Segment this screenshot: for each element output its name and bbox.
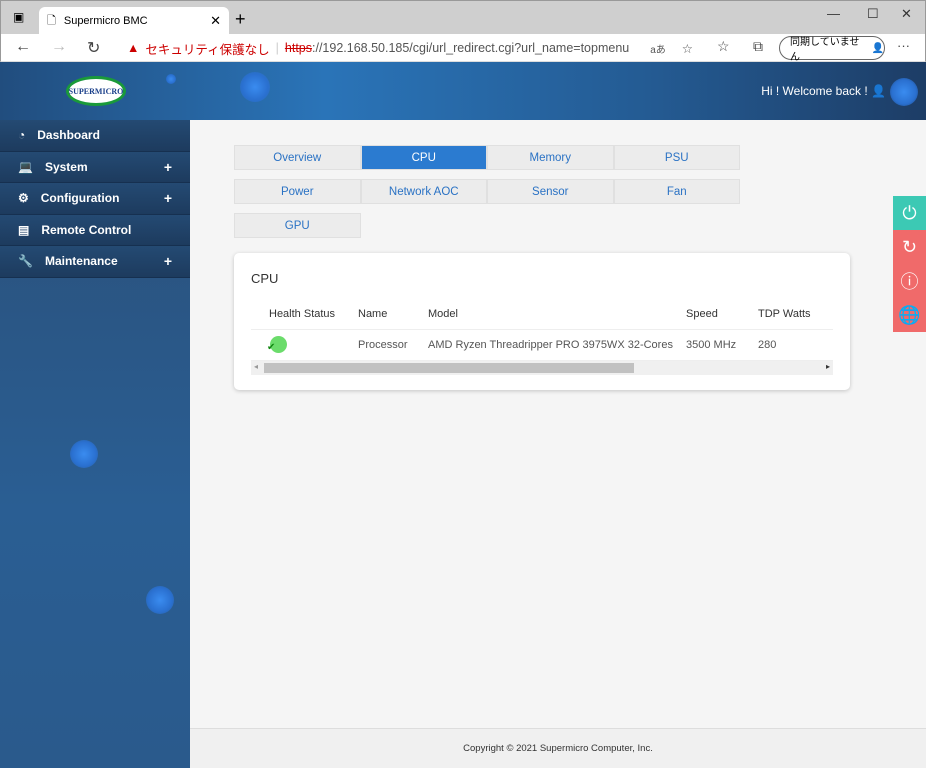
collections-icon[interactable]: ⧉ bbox=[753, 38, 763, 55]
sidebar-item-remote-control[interactable]: ▤ Remote Control bbox=[0, 214, 190, 246]
address-bar-row: ← → ↻ ▲ セキュリティ保護なし | https://192.168.50.… bbox=[0, 34, 926, 63]
wrench-icon: 🔧 bbox=[18, 254, 33, 269]
tab-cpu[interactable]: CPU bbox=[360, 145, 487, 170]
tab-power[interactable]: Power bbox=[234, 179, 361, 204]
column-header[interactable]: Speed bbox=[686, 308, 718, 320]
expand-icon[interactable]: + bbox=[164, 190, 172, 206]
language-button[interactable]: 🌐 bbox=[893, 298, 926, 332]
more-icon[interactable]: ··· bbox=[897, 38, 910, 53]
browser-tab-bar: ▣ 🗋 Supermicro BMC ✕ + — ☐ ✕ bbox=[0, 0, 926, 35]
url-scheme: https bbox=[284, 41, 312, 55]
expand-icon[interactable]: + bbox=[164, 253, 172, 269]
tab-sensor[interactable]: Sensor bbox=[487, 179, 614, 204]
cell-model: AMD Ryzen Threadripper PRO 3975WX 32-Cor… bbox=[428, 339, 673, 351]
sidebar-item-dashboard[interactable]: ◔ Dashboard bbox=[0, 120, 190, 152]
power-icon: ⏻ bbox=[902, 202, 917, 223]
column-header[interactable]: TDP Watts bbox=[758, 308, 811, 320]
url-field[interactable]: ▲ セキュリティ保護なし | https://192.168.50.185/cg… bbox=[117, 36, 701, 60]
tab-gpu[interactable]: GPU bbox=[234, 213, 361, 238]
info-button[interactable]: ⓘ bbox=[893, 264, 926, 298]
app-header: SUPERMICRO Hi ! Welcome back ! 👤 bbox=[0, 62, 926, 120]
page-icon: 🗋 bbox=[47, 14, 56, 27]
close-window-icon[interactable]: ✕ bbox=[901, 6, 912, 22]
favorite-icon[interactable]: ☆ bbox=[682, 41, 693, 56]
column-header[interactable]: Health Status bbox=[269, 308, 335, 320]
sidebar-item-system[interactable]: 💻 System + bbox=[0, 151, 190, 183]
tab-network-aoc[interactable]: Network AOC bbox=[360, 179, 487, 204]
browser-tab[interactable]: 🗋 Supermicro BMC ✕ bbox=[39, 7, 229, 35]
tab-fan[interactable]: Fan bbox=[613, 179, 740, 204]
profile-icon: 👤 bbox=[871, 42, 884, 54]
tab-overview[interactable]: Overview bbox=[234, 145, 361, 170]
horizontal-scrollbar[interactable]: ◂ ▸ bbox=[251, 361, 833, 375]
supermicro-logo[interactable]: SUPERMICRO bbox=[66, 76, 126, 106]
refresh-icon: ↻ bbox=[901, 236, 918, 257]
footer: Copyright © 2021 Supermicro Computer, In… bbox=[190, 728, 926, 768]
column-header[interactable]: Model bbox=[428, 308, 458, 320]
cpu-card: CPU Health Status Name Model Speed TDP W… bbox=[234, 253, 850, 390]
user-icon[interactable]: 👤 bbox=[871, 84, 886, 98]
welcome-text: Hi ! Welcome back ! 👤 bbox=[761, 84, 886, 98]
refresh-button[interactable]: ↻ bbox=[893, 230, 926, 264]
url-text: ://192.168.50.185/cgi/url_redirect.cgi?u… bbox=[312, 41, 630, 55]
card-title: CPU bbox=[251, 271, 279, 286]
reload-icon[interactable]: ↻ bbox=[87, 38, 100, 58]
back-icon[interactable]: ← bbox=[15, 38, 31, 56]
new-tab-icon[interactable]: + bbox=[235, 9, 246, 30]
read-aloud-icon[interactable]: aあ bbox=[650, 41, 666, 56]
sidebar-item-maintenance[interactable]: 🔧 Maintenance + bbox=[0, 246, 190, 278]
system-tabs: Overview CPU Memory PSU Power Network AO… bbox=[234, 145, 741, 247]
sidebar-item-configuration[interactable]: ⚙ Configuration + bbox=[0, 183, 190, 215]
cell-tdp: 280 bbox=[758, 339, 777, 351]
cell-speed: 3500 MHz bbox=[686, 339, 737, 351]
forward-icon[interactable]: → bbox=[51, 38, 67, 56]
expand-icon[interactable]: + bbox=[164, 159, 172, 175]
laptop-icon: 💻 bbox=[18, 159, 33, 174]
maximize-icon[interactable]: ☐ bbox=[867, 6, 879, 22]
warning-icon: ▲ bbox=[127, 41, 140, 55]
globe-icon: 🌐 bbox=[898, 304, 921, 325]
tab-memory[interactable]: Memory bbox=[487, 145, 614, 170]
tab-actions-icon[interactable]: ▣ bbox=[13, 10, 24, 24]
info-icon: ⓘ bbox=[900, 272, 919, 292]
main-content: Overview CPU Memory PSU Power Network AO… bbox=[190, 120, 926, 728]
tab-title: Supermicro BMC bbox=[63, 15, 148, 27]
window-icon: ▤ bbox=[18, 222, 30, 237]
sync-label: 同期していません bbox=[790, 37, 860, 63]
power-button[interactable]: ⏻ bbox=[893, 196, 926, 230]
table-header: Health Status Name Model Speed TDP Watts bbox=[251, 299, 833, 330]
cpu-table: Health Status Name Model Speed TDP Watts… bbox=[251, 299, 833, 361]
profile-sync-button[interactable]: 同期していません 👤 bbox=[779, 36, 885, 63]
table-row: ✔ Processor AMD Ryzen Threadripper PRO 3… bbox=[251, 330, 833, 361]
column-header[interactable]: Name bbox=[358, 308, 387, 320]
scrollbar-thumb[interactable] bbox=[264, 363, 634, 373]
copyright-text: Copyright © 2021 Supermicro Computer, In… bbox=[463, 743, 653, 754]
cell-name: Processor bbox=[358, 339, 408, 351]
health-ok-icon: ✔ bbox=[267, 336, 287, 353]
minimize-icon[interactable]: — bbox=[827, 6, 840, 21]
gear-icon: ⚙ bbox=[18, 191, 29, 206]
favorites-icon[interactable]: ☆ bbox=[717, 38, 730, 55]
sidebar: ◔ Dashboard 💻 System + ⚙ Configuration + ▤ Rem… bbox=[0, 120, 190, 768]
gauge-icon: ◔ bbox=[18, 128, 26, 143]
close-tab-icon[interactable]: ✕ bbox=[210, 13, 221, 29]
security-warning[interactable]: セキュリティ保護なし bbox=[145, 39, 269, 58]
tab-psu[interactable]: PSU bbox=[613, 145, 740, 170]
